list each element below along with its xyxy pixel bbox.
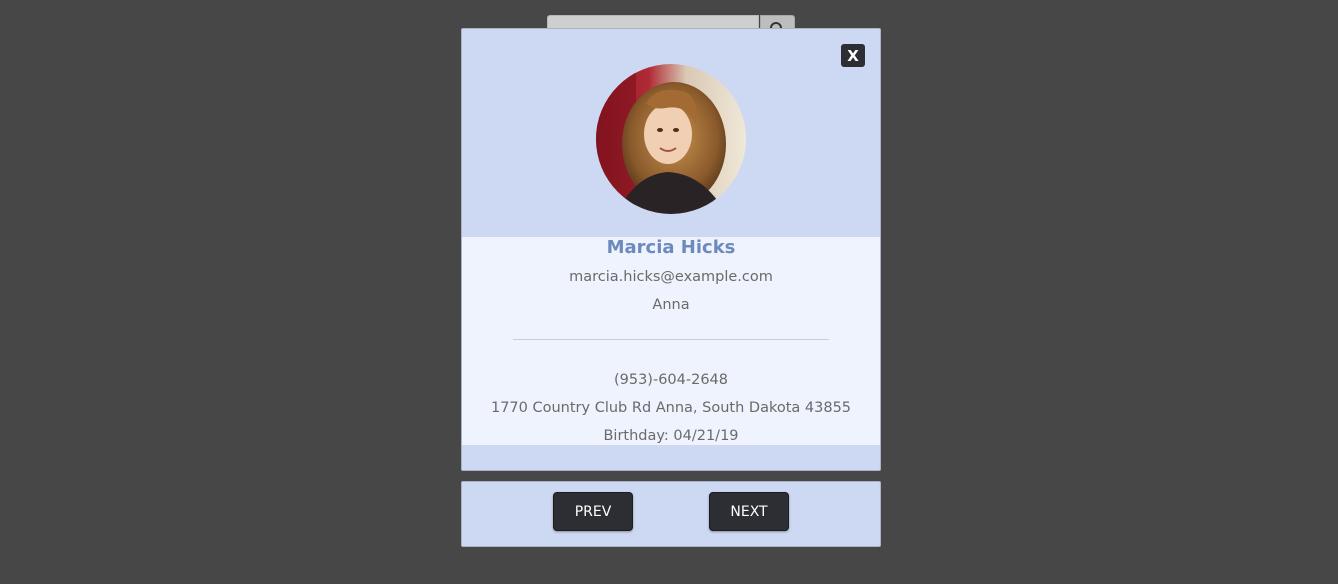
employee-city: Anna (652, 297, 690, 313)
employee-address: 1770 Country Club Rd Anna, South Dakota … (490, 400, 852, 416)
prev-button[interactable]: PREV (553, 492, 633, 531)
employee-info: Marcia Hicks marcia.hicks@example.com An… (462, 237, 880, 445)
close-button[interactable]: X (841, 44, 865, 67)
employee-email: marcia.hicks@example.com (569, 269, 773, 285)
employee-name: Marcia Hicks (606, 237, 736, 258)
employee-modal: X Marcia Hicks marcia.hicks@example.com … (461, 28, 881, 471)
avatar (596, 64, 746, 214)
next-button[interactable]: NEXT (709, 492, 789, 531)
modal-nav: PREV NEXT (461, 481, 881, 547)
avatar-image (596, 64, 746, 214)
divider (513, 339, 829, 340)
page: X Marcia Hicks marcia.hicks@example.com … (0, 0, 1338, 584)
employee-phone: (953)-604-2648 (613, 372, 729, 388)
employee-birthday: Birthday: 04/21/19 (603, 428, 739, 444)
